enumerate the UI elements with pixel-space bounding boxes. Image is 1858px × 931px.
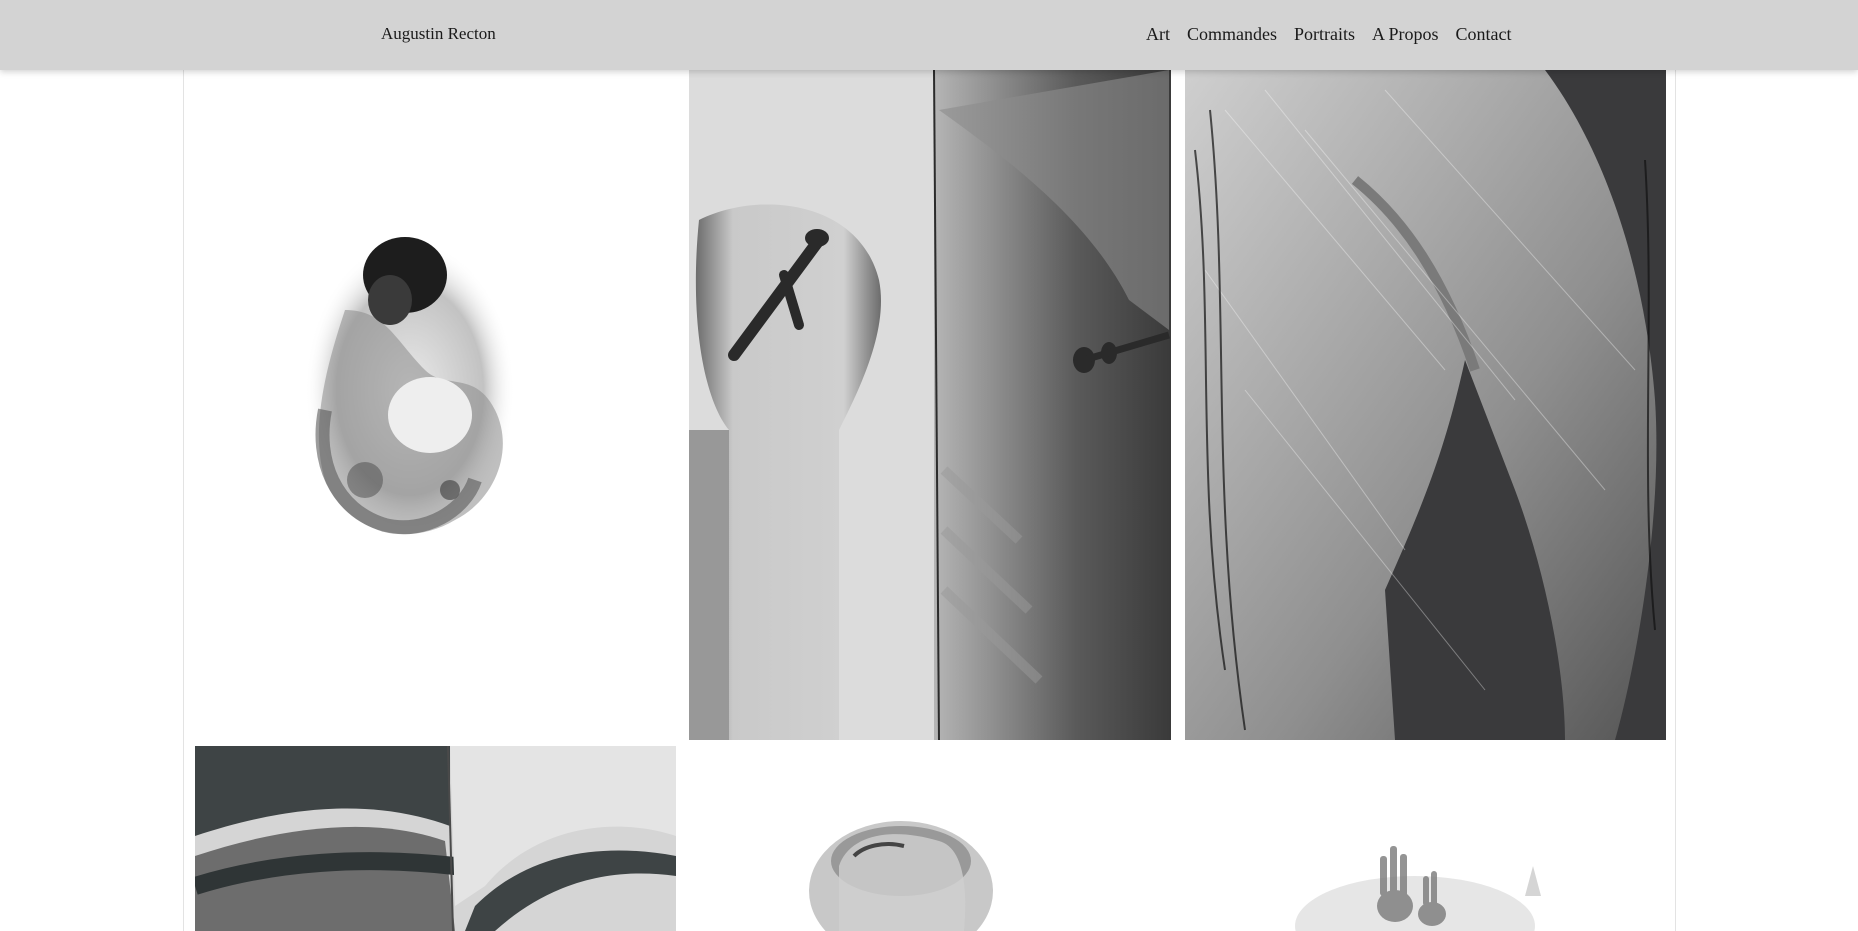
- main-nav: Art Commandes Portraits A Propos Contact: [1146, 24, 1512, 45]
- gallery-image-mother-child[interactable]: [195, 70, 676, 740]
- gallery-image-scar[interactable]: [1185, 70, 1666, 740]
- ink-raised-hands-icon: [1295, 846, 1541, 931]
- ink-head-icon: [809, 821, 993, 931]
- nav-link-contact[interactable]: Contact: [1456, 24, 1512, 45]
- nav-link-a-propos[interactable]: A Propos: [1372, 24, 1439, 45]
- nav-link-art[interactable]: Art: [1146, 24, 1170, 45]
- nav-link-portraits[interactable]: Portraits: [1294, 24, 1355, 45]
- scratched-shoulder-scar-icon: [1185, 70, 1657, 740]
- site-header: Augustin Recton Art Commandes Portraits …: [0, 0, 1858, 70]
- xray-shoulder-screw-icon: [689, 70, 1171, 740]
- content-frame: [183, 0, 1676, 931]
- gallery-image-ink-head[interactable]: [689, 746, 1171, 931]
- skin-fold-closeup-icon: [195, 746, 676, 931]
- site-brand-link[interactable]: Augustin Recton: [381, 24, 496, 44]
- gallery-image-xray[interactable]: [689, 70, 1171, 740]
- nav-link-commandes[interactable]: Commandes: [1187, 24, 1277, 45]
- gallery-image-raised-hands[interactable]: [1185, 746, 1666, 931]
- ink-mother-child-icon: [305, 237, 515, 540]
- gallery-image-skin-fold[interactable]: [195, 746, 676, 931]
